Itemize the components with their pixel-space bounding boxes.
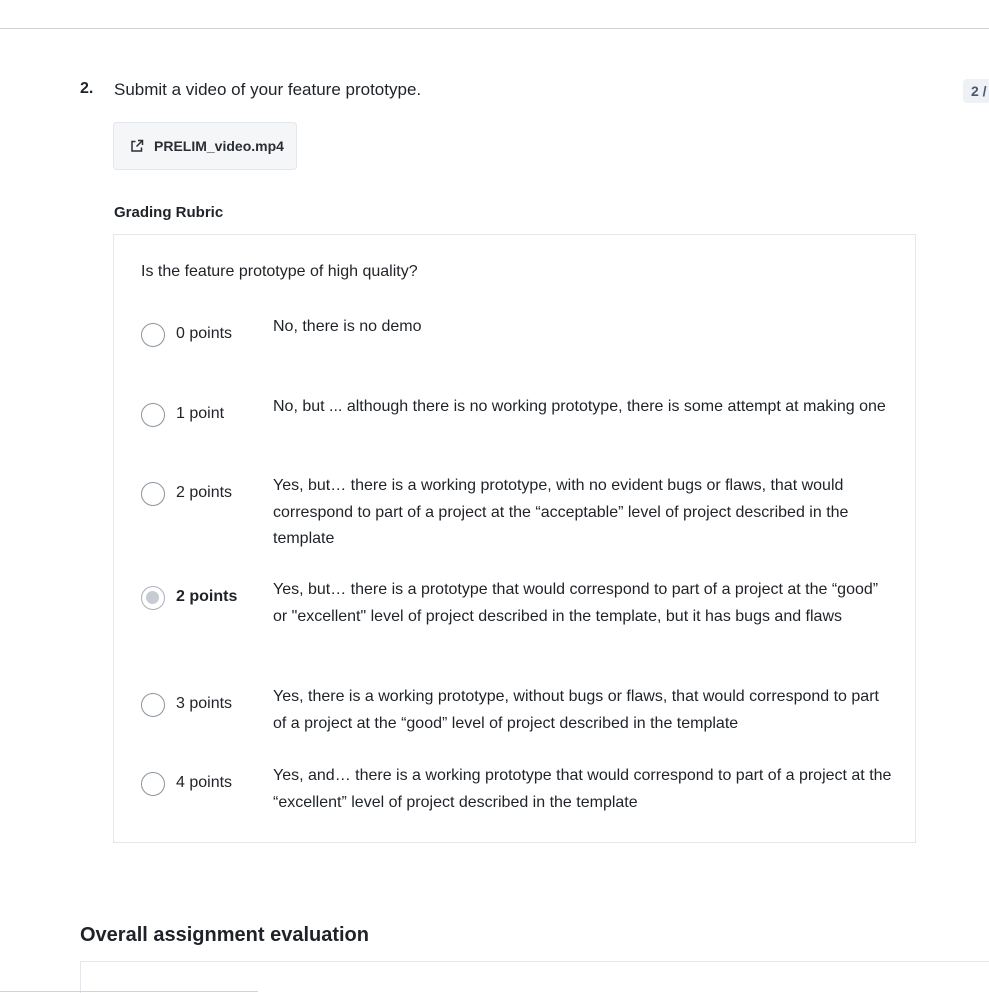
option-points: 4 points (176, 774, 233, 791)
score-badge: 2 / (963, 79, 989, 103)
radio-selected-dot (146, 591, 159, 604)
overall-evaluation-panel (80, 961, 989, 993)
option-points: 0 points (176, 325, 233, 342)
option-description: Yes, and… there is a working prototype t… (273, 767, 892, 811)
radio-button[interactable] (141, 693, 165, 717)
bottom-divider (0, 991, 258, 992)
overall-evaluation-heading: Overall assignment evaluation (80, 924, 369, 946)
option-description: Yes, but… there is a working prototype, … (273, 477, 849, 547)
external-link-icon (130, 139, 144, 153)
top-divider (0, 28, 989, 29)
radio-button[interactable] (141, 772, 165, 796)
question-number: 2. (80, 80, 94, 97)
question-text: Submit a video of your feature prototype… (114, 80, 422, 99)
radio-button[interactable] (141, 403, 165, 427)
attachment-link[interactable]: PRELIM_video.mp4 (113, 122, 297, 170)
rubric-panel: Is the feature prototype of high quality… (113, 234, 916, 843)
radio-button[interactable] (141, 482, 165, 506)
rubric-question: Is the feature prototype of high quality… (141, 263, 418, 280)
option-points: 3 points (176, 695, 233, 712)
attachment-filename: PRELIM_video.mp4 (154, 138, 284, 154)
radio-button-selected[interactable] (141, 586, 165, 610)
grading-page: 2. Submit a video of your feature protot… (0, 0, 989, 993)
rubric-heading: Grading Rubric (114, 204, 224, 221)
radio-button[interactable] (141, 323, 165, 347)
option-description: Yes, there is a working prototype, witho… (273, 688, 879, 732)
option-description: No, there is no demo (273, 318, 422, 335)
option-points: 1 point (176, 405, 225, 422)
option-points: 2 points (176, 588, 238, 605)
option-points: 2 points (176, 484, 233, 501)
option-description: Yes, but… there is a prototype that woul… (273, 581, 879, 625)
option-description: No, but ... although there is no working… (273, 398, 886, 415)
